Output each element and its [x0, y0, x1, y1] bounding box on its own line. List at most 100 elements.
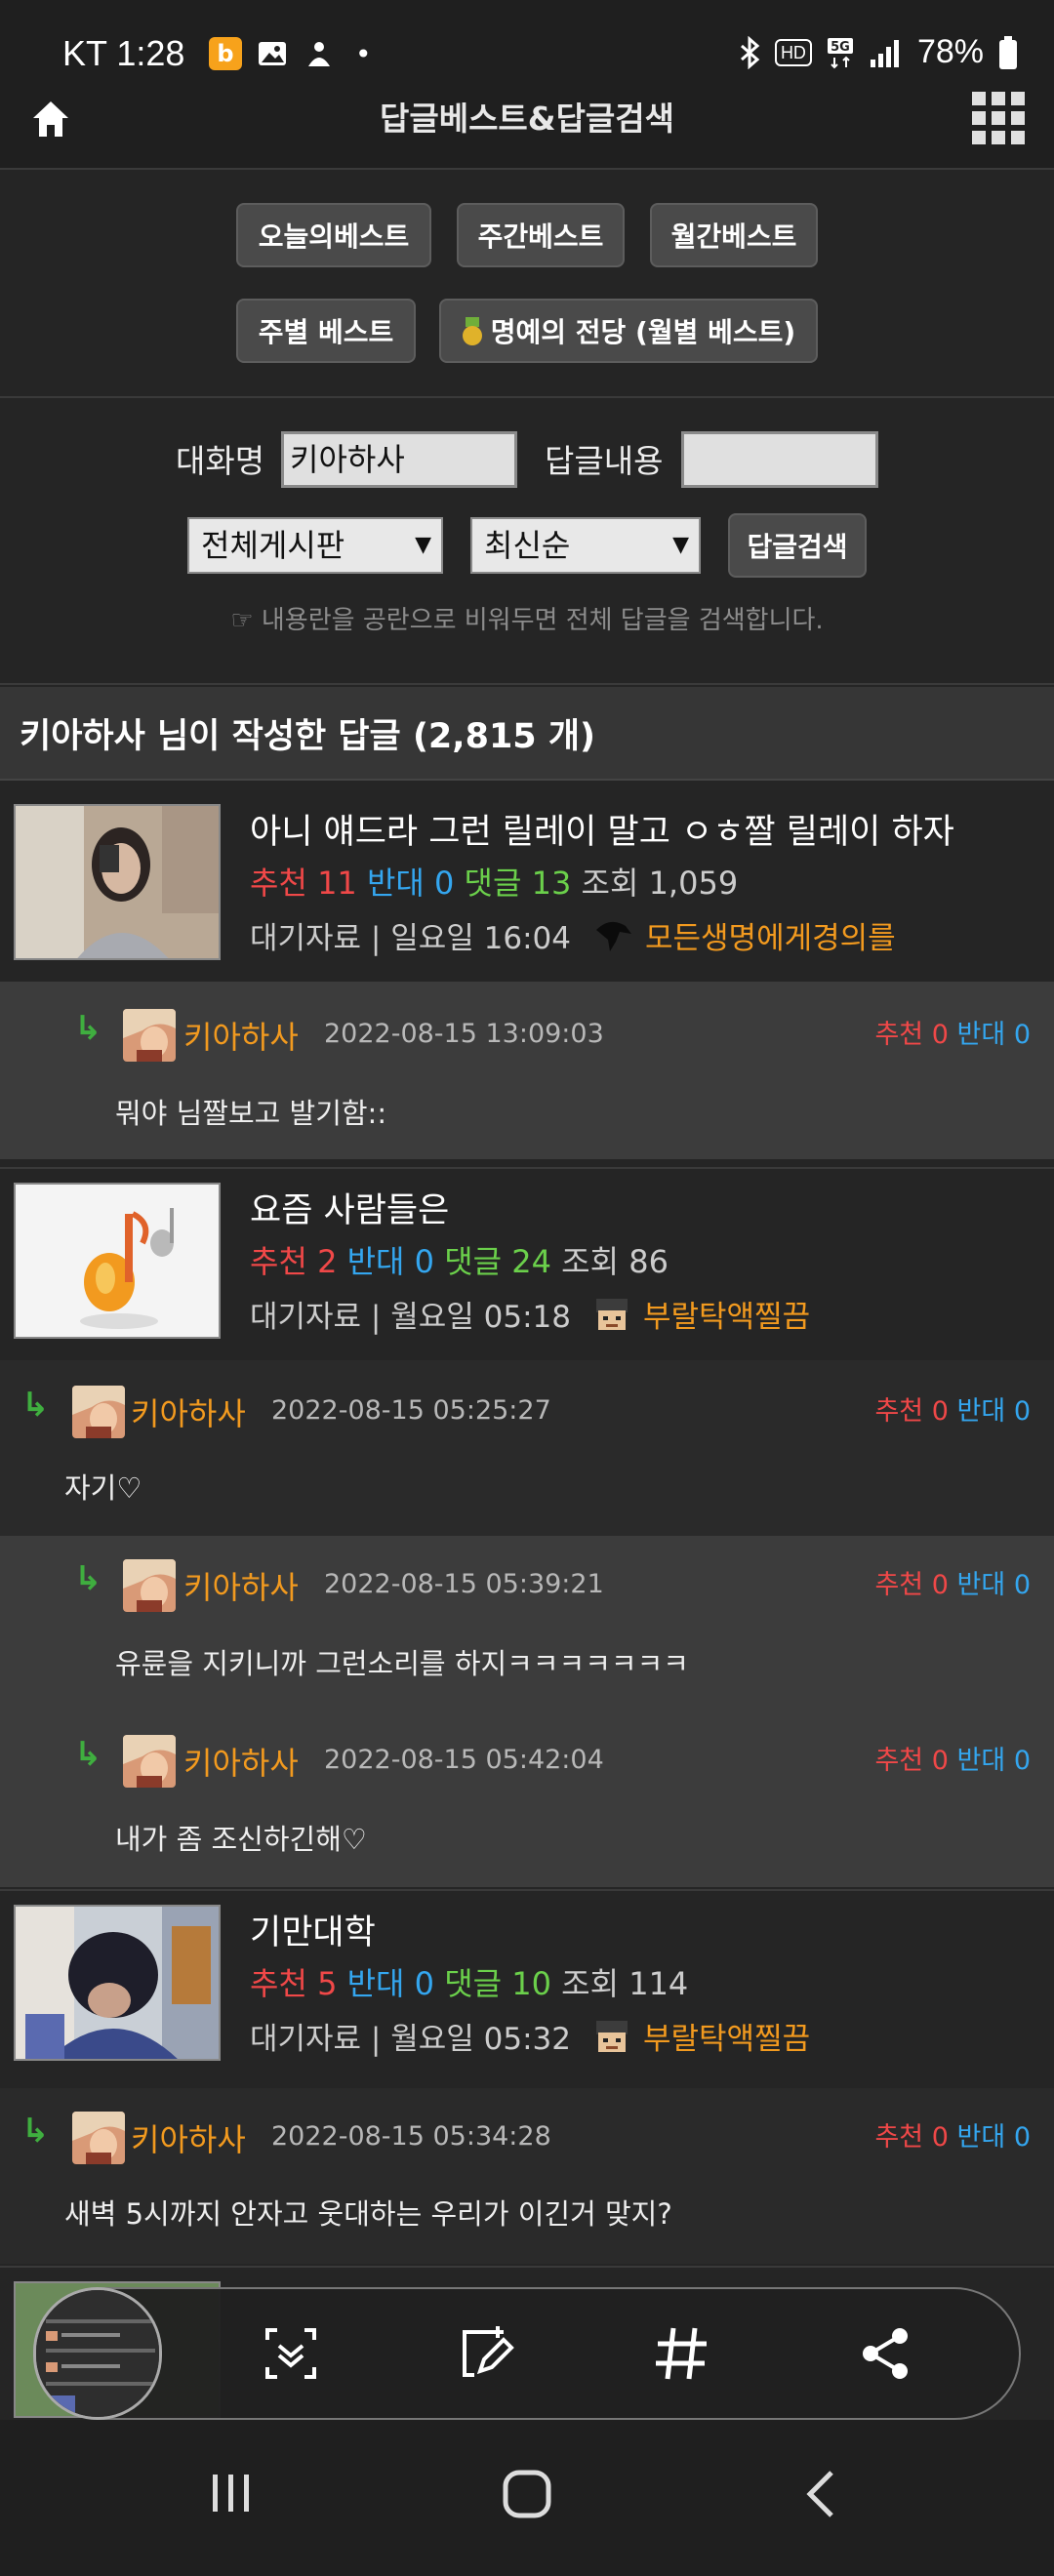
hall-of-fame-button[interactable]: 명예의 전당 (월별 베스트) [439, 299, 818, 363]
reply-author[interactable]: 키아하사 [183, 1013, 299, 1058]
avatar [123, 1735, 176, 1788]
today-best-button[interactable]: 오늘의베스트 [236, 203, 431, 267]
sort-select-value: 최신순 [484, 527, 571, 564]
post-thumbnail[interactable] [14, 1183, 221, 1339]
reply-author[interactable]: 키아하사 [131, 2115, 246, 2160]
recommend-label: 추천 [874, 2122, 924, 2153]
reply-arrow-icon: ↳ [21, 2112, 50, 2151]
share-icon[interactable] [855, 2322, 917, 2385]
scroll-capture-icon[interactable] [260, 2322, 322, 2385]
oppose-count: 0 [1013, 1570, 1031, 1600]
oppose-label: 반대 [346, 1965, 405, 2002]
reply-date: 2022-08-15 05:39:21 [324, 1569, 604, 1599]
oppose-count: 0 [1013, 2122, 1031, 2153]
reply-author[interactable]: 키아하사 [183, 1563, 299, 1608]
reply-text: 자기♡ [64, 1471, 142, 1505]
recommend-label: 추천 [874, 1396, 924, 1427]
post-stats: 추천 5 반대 0 댓글 10 조회 114 [250, 1959, 688, 2004]
notification-icons: b • [209, 37, 372, 70]
bluetooth-icon [740, 35, 760, 69]
music-note-thumbnail [16, 1185, 219, 1337]
reply-arrow-icon: ↳ [74, 1009, 102, 1048]
post-item[interactable]: 기만대학 추천 5 반대 0 댓글 10 조회 114 대기자료 | 월요일 0… [0, 1889, 1054, 2084]
views-count: 114 [628, 1965, 689, 2002]
app-header: 답글베스트&답글검색 [0, 92, 1054, 170]
search-button[interactable]: 답글검색 [728, 513, 867, 578]
weekly-best-button[interactable]: 주간베스트 [457, 203, 625, 267]
avatar [72, 2112, 125, 2164]
author-avatar-icon [595, 2020, 628, 2052]
reply-date: 2022-08-15 05:25:27 [271, 1395, 551, 1426]
search-hint: ☞ 내용란을 공란으로 비워두면 전체 답글을 검색합니다. [230, 606, 824, 635]
reply-votes: 추천 0 반대 0 [874, 2115, 1031, 2153]
post-author[interactable]: 모든생명에게경의를 [645, 913, 896, 957]
post-title[interactable]: 요즘 사람들은 [250, 1183, 449, 1232]
hashtag-icon[interactable] [650, 2322, 712, 2385]
post-author[interactable]: 부랄탁액찔끔 [643, 2014, 810, 2058]
recommend-label: 추천 [250, 865, 307, 902]
reply-text: 내가 좀 조신하긴해♡ [115, 1823, 367, 1856]
recommend-count: 5 [317, 1965, 338, 2002]
board-select[interactable]: 전체게시판 ▼ [187, 517, 443, 574]
recommend-count: 0 [931, 1570, 949, 1600]
screenshot-thumbnail[interactable] [33, 2287, 162, 2420]
home-nav-icon[interactable] [502, 2469, 552, 2519]
post-thumbnail[interactable] [14, 804, 221, 960]
battery-percent: 78% [916, 33, 984, 70]
recommend-label: 추천 [874, 1570, 924, 1600]
post-meta: 대기자료 | 일요일 16:04 모든생명에게경의를 [250, 913, 896, 957]
post-title[interactable]: 기만대학 [250, 1905, 376, 1954]
reply-text: 새벽 5시까지 안자고 웃대하는 우리가 이긴거 맞지? [64, 2197, 672, 2231]
reply-arrow-icon: ↳ [21, 1386, 50, 1425]
post-item[interactable]: 요즘 사람들은 추천 2 반대 0 댓글 24 조회 86 대기자료 | 월요일… [0, 1167, 1054, 1362]
monthly-best-button[interactable]: 월간베스트 [650, 203, 818, 267]
reply-author[interactable]: 키아하사 [131, 1389, 246, 1434]
nickname-label: 대화명 [176, 442, 265, 480]
reply-arrow-icon: ↳ [74, 1735, 102, 1774]
recommend-count: 11 [317, 865, 357, 902]
recommend-count: 2 [317, 1243, 338, 1280]
nickname-input[interactable]: 키아하사 [281, 431, 517, 488]
by-week-best-button[interactable]: 주별 베스트 [236, 299, 416, 363]
back-icon[interactable] [800, 2469, 843, 2519]
post-item[interactable]: 아니 얘드라 그런 릴레이 말고 ㅇㅎ짤 릴레이 하자 추천 11 반대 0 댓… [0, 790, 1054, 986]
post-board-time: 대기자료 | 월요일 05:18 [250, 1300, 571, 1335]
post-title[interactable]: 아니 얘드라 그런 릴레이 말고 ㅇㅎ짤 릴레이 하자 [250, 804, 954, 854]
reply-votes: 추천 0 반대 0 [874, 1739, 1031, 1777]
oppose-label: 반대 [956, 1570, 1006, 1600]
comments-label: 댓글 [444, 1243, 503, 1280]
reply-group: ↳ 키아하사 2022-08-15 05:39:21 추천 0 반대 0 유륜을… [0, 1536, 1054, 1887]
views-label: 조회 [581, 865, 639, 902]
reply-author[interactable]: 키아하사 [183, 1739, 299, 1784]
5g-icon: 5G [827, 37, 853, 68]
search-form: 대화명 키아하사 답글내용 전체게시판 ▼ 최신순 ▼ 답글검색 ☞ 내용란을 … [0, 400, 1054, 685]
grid-menu-icon[interactable] [972, 92, 1025, 144]
views-count: 1,059 [648, 865, 739, 902]
recommend-count: 0 [931, 1746, 949, 1776]
edit-icon[interactable] [455, 2322, 517, 2385]
status-bar: KT 1:28 b • HD 5G 78% [0, 0, 1054, 98]
recommend-label: 추천 [874, 1746, 924, 1776]
views-count: 86 [628, 1243, 669, 1280]
post-author[interactable]: 부랄탁액찔끔 [643, 1292, 810, 1336]
gallery-icon [259, 42, 286, 65]
recents-icon[interactable] [209, 2471, 254, 2516]
hall-of-fame-label: 명예의 전당 (월별 베스트) [490, 316, 796, 348]
content-input[interactable] [681, 431, 878, 488]
comments-label: 댓글 [444, 1965, 503, 2002]
reply-item: ↳ 키아하사 2022-08-15 13:09:03 추천 0 반대 0 뭐야 … [0, 982, 1054, 1159]
medal-icon [462, 317, 483, 345]
reply-text: 뭐야 님짤보고 발기함:: [115, 1097, 387, 1130]
oppose-count: 0 [1013, 1020, 1031, 1050]
sort-select[interactable]: 최신순 ▼ [470, 517, 701, 574]
comments-count: 13 [531, 865, 572, 902]
views-label: 조회 [561, 1243, 620, 1280]
post-board-time: 대기자료 | 월요일 05:32 [250, 2022, 571, 2057]
comments-label: 댓글 [464, 865, 522, 902]
reply-date: 2022-08-15 13:09:03 [324, 1019, 604, 1049]
svg-text:5G: 5G [831, 40, 850, 55]
page-title: 답글베스트&답글검색 [379, 100, 675, 138]
oppose-label: 반대 [956, 1396, 1006, 1427]
post-thumbnail[interactable] [14, 1905, 221, 2061]
reply-item: ↳ 키아하사 2022-08-15 05:39:21 추천 0 반대 0 유륜을… [0, 1536, 1054, 1711]
